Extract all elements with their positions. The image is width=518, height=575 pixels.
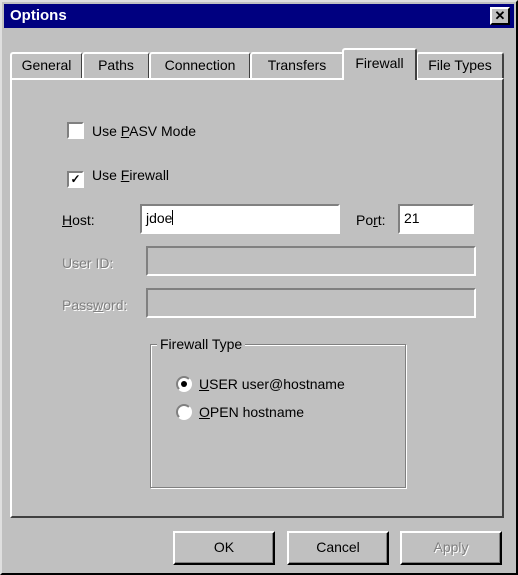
radio-button[interactable] <box>176 404 192 420</box>
password-input[interactable] <box>146 288 476 318</box>
tab-label: Connection <box>164 57 236 73</box>
checkmark-icon: ✓ <box>70 172 81 186</box>
checkbox-box[interactable]: ✓ <box>67 171 84 188</box>
tab-connection[interactable]: Connection <box>149 52 251 78</box>
radio-user-hostname[interactable]: USER user@hostname <box>176 375 345 393</box>
group-title: Firewall Type <box>157 335 246 353</box>
tab-paths[interactable]: Paths <box>82 52 150 78</box>
close-icon: ✕ <box>494 8 506 23</box>
radio-button[interactable] <box>176 376 192 392</box>
options-dialog: Options ✕ General Paths Connection Trans… <box>0 0 518 575</box>
radio-label: USER user@hostname <box>199 376 345 392</box>
text-caret <box>172 210 174 225</box>
tab-firewall[interactable]: Firewall <box>342 48 417 80</box>
tab-strip: General Paths Connection Transfers Firew… <box>10 48 510 80</box>
user-id-input[interactable] <box>146 246 476 276</box>
tab-general[interactable]: General <box>10 52 83 78</box>
radio-open-hostname[interactable]: OPEN hostname <box>176 403 304 421</box>
tab-label: General <box>21 57 72 73</box>
port-label: Port: <box>356 212 386 228</box>
host-label: Host: <box>62 212 95 228</box>
use-pasv-checkbox[interactable]: Use PASV Mode <box>67 122 196 140</box>
tab-label: File Types <box>428 57 492 73</box>
checkbox-label: Use Firewall <box>92 167 170 183</box>
window-title: Options <box>10 7 67 24</box>
title-bar[interactable]: Options ✕ <box>4 4 514 28</box>
cancel-button[interactable]: Cancel <box>287 531 389 565</box>
tab-file-types[interactable]: File Types <box>416 52 504 78</box>
tab-label: Paths <box>98 57 134 73</box>
host-input[interactable]: jdoe <box>140 204 340 234</box>
checkbox-label: Use PASV Mode <box>92 123 197 139</box>
tab-transfers[interactable]: Transfers <box>250 52 344 78</box>
checkbox-box[interactable] <box>67 122 84 139</box>
close-button[interactable]: ✕ <box>490 7 510 25</box>
radio-label: OPEN hostname <box>199 404 305 420</box>
firewall-panel: Use PASV Mode ✓ Use Firewall Host: jdoe P… <box>10 78 504 518</box>
apply-button[interactable]: Apply <box>400 531 502 565</box>
port-input[interactable]: 21 <box>398 204 474 234</box>
tab-label: Transfers <box>267 57 327 73</box>
password-label: Password: <box>62 297 128 313</box>
ok-button[interactable]: OK <box>173 531 275 565</box>
tab-label: Firewall <box>355 55 404 71</box>
radio-selected-icon <box>181 381 187 387</box>
user-id-label: User ID: <box>62 255 114 271</box>
use-firewall-checkbox[interactable]: ✓ Use Firewall <box>67 166 169 188</box>
firewall-type-group: Firewall Type USER user@hostname OPEN ho… <box>150 335 406 488</box>
